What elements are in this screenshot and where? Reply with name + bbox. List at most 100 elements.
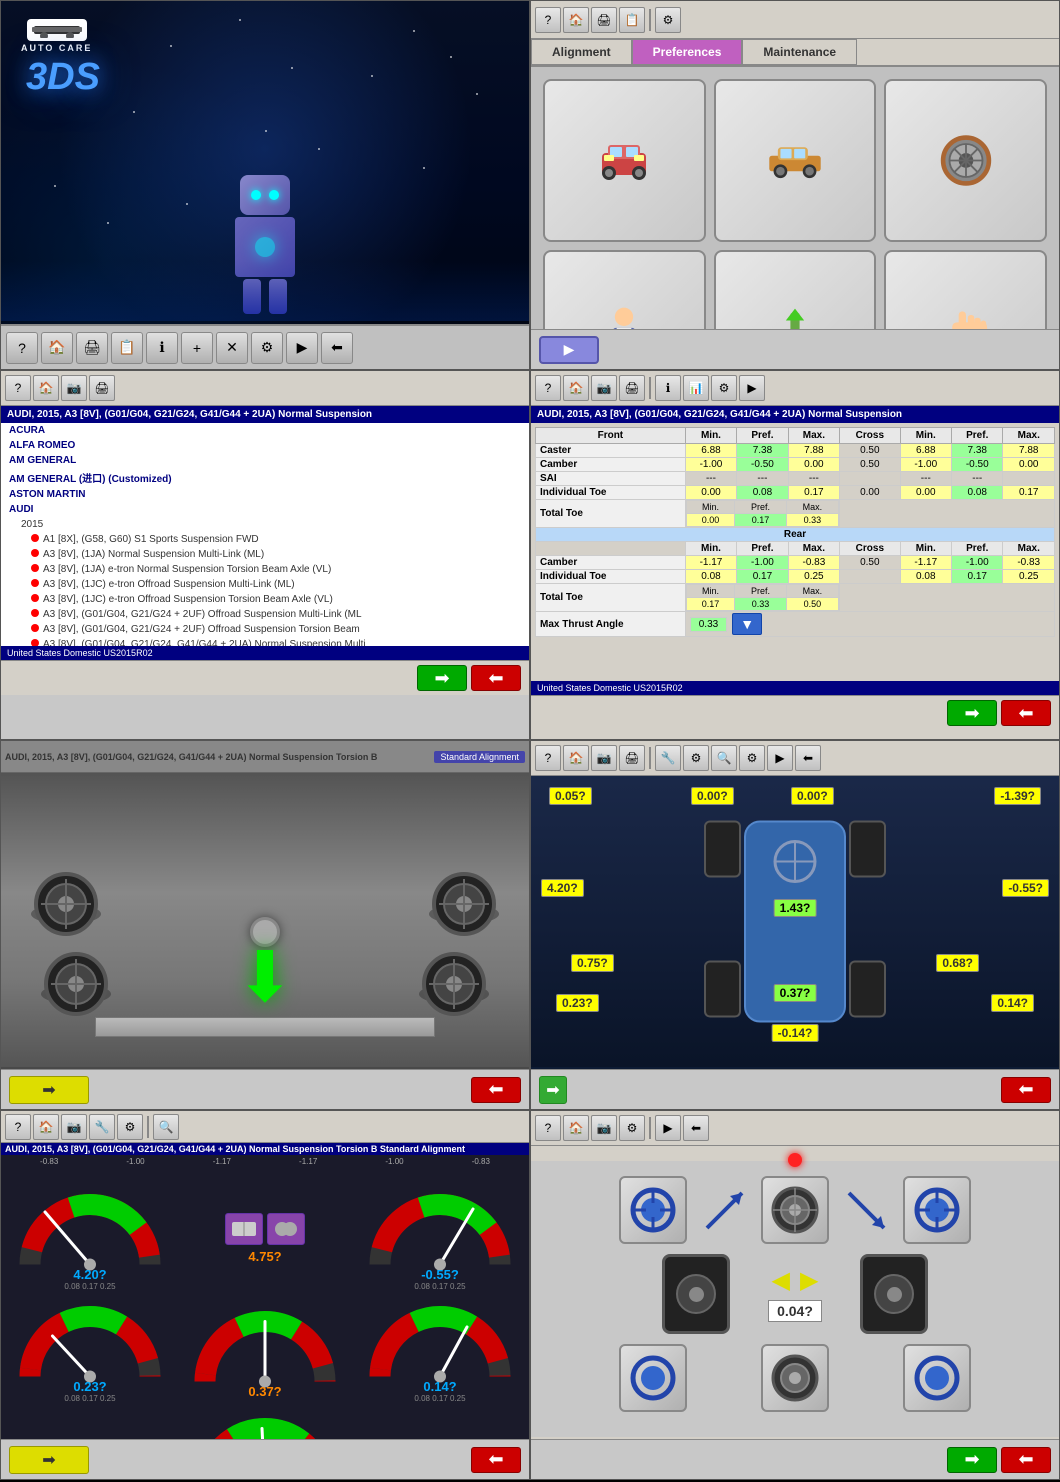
print-btn-p6[interactable]: 🖨 xyxy=(619,745,645,771)
p4-vehicle-title: AUDI, 2015, A3 [8V], (G01/G04, G21/G24, … xyxy=(531,406,1059,423)
splash-panel: AUTO CARE 3DS ? 🏠 🖨 📋 ℹ + xyxy=(0,0,530,370)
help-button[interactable]: ? xyxy=(6,332,38,364)
pref-car-side-btn[interactable] xyxy=(714,79,877,242)
fwd-btn-p8[interactable]: ▶ xyxy=(655,1115,681,1141)
p7-bottom: ➡ ⬅ xyxy=(1,1439,529,1479)
home-btn-p4[interactable]: 🏠 xyxy=(563,375,589,401)
model-a3-vl[interactable]: A3 [8V], (1JA) e-tron Normal Suspension … xyxy=(1,562,529,577)
settings-btn-p6[interactable]: ⚙ xyxy=(683,745,709,771)
tab-preferences[interactable]: Preferences xyxy=(632,39,743,65)
config-btn-p6[interactable]: ⚙ xyxy=(739,745,765,771)
settings-btn[interactable]: ⚙ xyxy=(655,7,681,33)
zoom-btn-p6[interactable]: 🔍 xyxy=(711,745,737,771)
table-btn-p4[interactable]: 📊 xyxy=(683,375,709,401)
p8-back-btn[interactable]: ⬅ xyxy=(1001,1447,1051,1473)
forward-button[interactable]: ▶ xyxy=(286,332,318,364)
pref-car-front-btn[interactable] xyxy=(543,79,706,242)
settings-btn-p7[interactable]: ⚙ xyxy=(117,1114,143,1140)
help-btn[interactable]: ? xyxy=(535,7,561,33)
home-btn-p7[interactable]: 🏠 xyxy=(33,1114,59,1140)
model-a3-g01-ml[interactable]: A3 [8V], (G01/G04, G21/G24 + 2UF) Offroa… xyxy=(1,607,529,622)
help-btn-p4[interactable]: ? xyxy=(535,375,561,401)
model-a3-ml[interactable]: A3 [8V], (1JA) Normal Suspension Multi-L… xyxy=(1,547,529,562)
model-a3-g41-ml[interactable]: A3 [8V], (G01/G04, G21/G24, G41/G44 + 2U… xyxy=(1,637,529,646)
back-btn-toolbar-p8[interactable]: ⬅ xyxy=(683,1115,709,1141)
icon-btn-1[interactable] xyxy=(225,1213,263,1245)
p7-toolbar: ? 🏠 📷 🔧 ⚙ 🔍 xyxy=(1,1111,529,1143)
help-btn-p8[interactable]: ? xyxy=(535,1115,561,1141)
wheel-bottom-center[interactable] xyxy=(761,1344,829,1412)
wrench-btn-p6[interactable]: 🔧 xyxy=(655,745,681,771)
home-btn[interactable]: 🏠 xyxy=(563,7,589,33)
scroll-down-btn[interactable]: ▼ xyxy=(732,613,762,635)
wheel-top-center[interactable] xyxy=(761,1176,829,1244)
clipboard-button[interactable]: 📋 xyxy=(111,332,143,364)
brand-acura[interactable]: ACURA xyxy=(1,423,529,438)
p6-next-btn[interactable]: ➡ xyxy=(539,1076,567,1104)
vehicle-list[interactable]: ACURA ALFA ROMEO AM GENERAL AM GENERAL (… xyxy=(1,423,529,646)
brand-alfa[interactable]: ALFA ROMEO xyxy=(1,438,529,453)
p5-next-btn[interactable]: ➡ xyxy=(9,1076,89,1104)
model-a3-g01-tb[interactable]: A3 [8V], (G01/G04, G21/G24 + 2UF) Offroa… xyxy=(1,622,529,637)
icon-btn-2[interactable] xyxy=(267,1213,305,1245)
next-btn-p4[interactable]: ➡ xyxy=(947,700,997,726)
brand-audi[interactable]: AUDI xyxy=(1,502,529,517)
clipboard-btn[interactable]: 📋 xyxy=(619,7,645,33)
p5-back-btn[interactable]: ⬅ xyxy=(471,1077,521,1103)
caster-min: 6.88 xyxy=(685,444,736,458)
back-btn-toolbar-p6[interactable]: ⬅ xyxy=(795,745,821,771)
sensor-rr[interactable] xyxy=(903,1344,971,1412)
close-button[interactable]: ✕ xyxy=(216,332,248,364)
back-btn-p3[interactable]: ⬅ xyxy=(471,665,521,691)
pref-wheel-btn[interactable] xyxy=(884,79,1047,242)
settings-btn-p4[interactable]: ⚙ xyxy=(711,375,737,401)
p8-next-btn[interactable]: ➡ xyxy=(947,1447,997,1473)
wrench-btn-p7[interactable]: 🔧 xyxy=(89,1114,115,1140)
zoom-btn-p7[interactable]: 🔍 xyxy=(153,1114,179,1140)
gauge-4-value: 0.23? xyxy=(73,1379,106,1394)
back-btn-p4[interactable]: ⬅ xyxy=(1001,700,1051,726)
info-btn-p4[interactable]: ℹ xyxy=(655,375,681,401)
print-btn-p3[interactable]: 🖨 xyxy=(89,375,115,401)
model-a3-1jc-ml[interactable]: A3 [8V], (1JC) e-tron Offroad Suspension… xyxy=(1,577,529,592)
p6-back-btn[interactable]: ⬅ xyxy=(1001,1077,1051,1103)
back-button[interactable]: ⬅ xyxy=(321,332,353,364)
settings-button[interactable]: ⚙ xyxy=(251,332,283,364)
camera-btn-p3[interactable]: 📷 xyxy=(61,375,87,401)
help-btn-p3[interactable]: ? xyxy=(5,375,31,401)
info-button[interactable]: ℹ xyxy=(146,332,178,364)
camera-btn-p7[interactable]: 📷 xyxy=(61,1114,87,1140)
home-btn-p3[interactable]: 🏠 xyxy=(33,375,59,401)
settings-btn-p8[interactable]: ⚙ xyxy=(619,1115,645,1141)
model-a1[interactable]: A1 [8X], (G58, G60) S1 Sports Suspension… xyxy=(1,532,529,547)
camera-btn-p6[interactable]: 📷 xyxy=(591,745,617,771)
tab-maintenance[interactable]: Maintenance xyxy=(742,39,857,65)
sensor-rl[interactable] xyxy=(619,1344,687,1412)
help-btn-p7[interactable]: ? xyxy=(5,1114,31,1140)
sensor-fr[interactable] xyxy=(903,1176,971,1244)
pref-go-button[interactable]: ▶ xyxy=(539,336,599,364)
year-2015[interactable]: 2015 xyxy=(1,517,529,532)
brand-am-gen[interactable]: AM GENERAL xyxy=(1,453,529,468)
add-button[interactable]: + xyxy=(181,332,213,364)
sensor-fl[interactable] xyxy=(619,1176,687,1244)
pref-bottom-bar: ▶ xyxy=(531,329,1059,369)
model-a3-1jc-vl[interactable]: A3 [8V], (1JC) e-tron Offroad Suspension… xyxy=(1,592,529,607)
print-button[interactable]: 🖨 xyxy=(76,332,108,364)
home-button[interactable]: 🏠 xyxy=(41,332,73,364)
print-btn[interactable]: 🖨 xyxy=(591,7,617,33)
tab-alignment[interactable]: Alignment xyxy=(531,39,632,65)
brand-aston[interactable]: ASTON MARTIN xyxy=(1,487,529,502)
p7-back-btn[interactable]: ⬅ xyxy=(471,1447,521,1473)
p7-next-btn[interactable]: ➡ xyxy=(9,1446,89,1474)
camera-btn-p4[interactable]: 📷 xyxy=(591,375,617,401)
help-btn-p6[interactable]: ? xyxy=(535,745,561,771)
home-btn-p8[interactable]: 🏠 xyxy=(563,1115,589,1141)
camera-btn-p8[interactable]: 📷 xyxy=(591,1115,617,1141)
brand-am-gen-cn[interactable]: AM GENERAL (进口) (Customized) xyxy=(1,468,529,487)
fwd-btn-p6[interactable]: ▶ xyxy=(767,745,793,771)
home-btn-p6[interactable]: 🏠 xyxy=(563,745,589,771)
print-btn-p4[interactable]: 🖨 xyxy=(619,375,645,401)
next-btn-p3[interactable]: ➡ xyxy=(417,665,467,691)
fwd-btn-p4[interactable]: ▶ xyxy=(739,375,765,401)
